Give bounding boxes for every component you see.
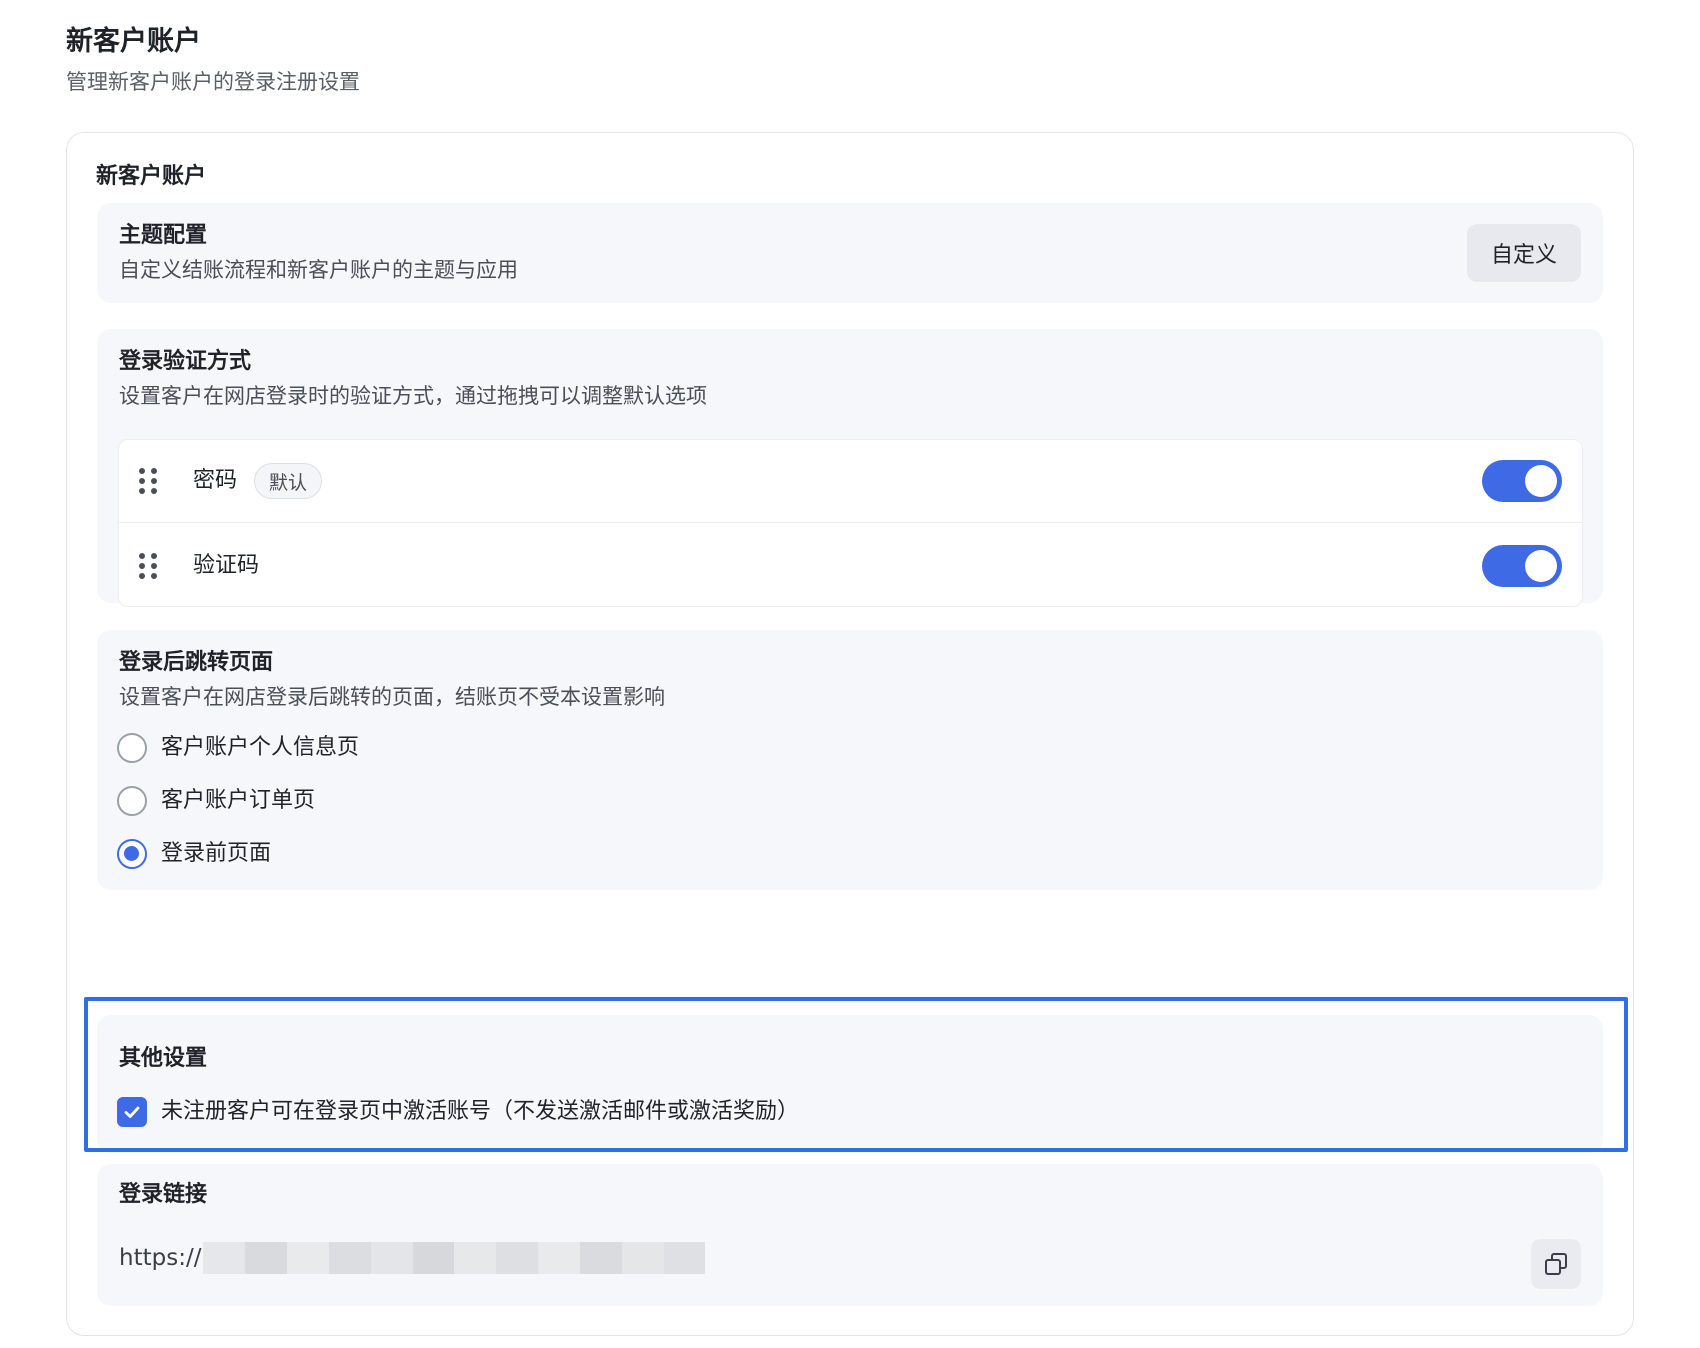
url-prefix: https:// [119, 1245, 202, 1271]
radio-button-selected[interactable] [117, 839, 147, 869]
redirect-option-previous[interactable]: 登录前页面 [117, 837, 271, 871]
page-title: 新客户账户 [66, 26, 201, 57]
login-method-label: 验证码 [193, 552, 260, 578]
toggle-knob [1525, 549, 1557, 582]
login-method-label: 密码 [193, 468, 238, 493]
redirect-option-profile[interactable]: 客户账户个人信息页 [117, 731, 359, 765]
theme-description: 自定义结账流程和新客户账户的主题与应用 [119, 258, 518, 282]
theme-section: 主题配置 自定义结账流程和新客户账户的主题与应用 自定义 [97, 203, 1603, 303]
customize-button[interactable]: 自定义 [1467, 224, 1581, 282]
login-url: https:// [119, 1241, 706, 1275]
copy-button[interactable] [1531, 1239, 1581, 1289]
copy-icon [1545, 1253, 1567, 1275]
radio-button[interactable] [117, 786, 147, 816]
toggle-knob [1525, 465, 1557, 497]
radio-button[interactable] [117, 733, 147, 763]
login-methods-list: 密码 默认 验证码 [118, 439, 1583, 607]
highlight-box [84, 997, 1628, 1152]
login-methods-description: 设置客户在网店登录时的验证方式，通过拖拽可以调整默认选项 [119, 384, 707, 408]
settings-card: 新客户账户 主题配置 自定义结账流程和新客户账户的主题与应用 自定义 登录验证方… [66, 132, 1634, 1336]
login-methods-section: 登录验证方式 设置客户在网店登录时的验证方式，通过拖拽可以调整默认选项 密码 默… [97, 329, 1603, 607]
login-link-title: 登录链接 [119, 1182, 208, 1207]
card-title: 新客户账户 [96, 164, 207, 189]
theme-title: 主题配置 [119, 223, 208, 248]
radio-label: 客户账户个人信息页 [161, 735, 360, 760]
login-link-section: 登录链接 https:// [97, 1164, 1603, 1306]
redirect-section: 登录后跳转页面 设置客户在网店登录后跳转的页面，结账页不受本设置影响 客户账户个… [97, 630, 1603, 890]
redirect-option-orders[interactable]: 客户账户订单页 [117, 784, 315, 818]
drag-handle-icon[interactable] [139, 468, 159, 494]
default-badge: 默认 [254, 463, 323, 499]
page-subtitle: 管理新客户账户的登录注册设置 [66, 70, 360, 94]
redirect-title: 登录后跳转页面 [119, 650, 274, 675]
radio-label: 客户账户订单页 [161, 788, 316, 813]
login-methods-title: 登录验证方式 [119, 349, 252, 374]
redirect-description: 设置客户在网店登录后跳转的页面，结账页不受本设置影响 [119, 685, 665, 709]
radio-label: 登录前页面 [161, 841, 272, 866]
drag-handle-icon[interactable] [139, 552, 159, 579]
redacted-url [203, 1242, 706, 1274]
login-method-code[interactable]: 验证码 [119, 524, 1582, 607]
password-toggle[interactable] [1482, 460, 1562, 502]
login-method-password[interactable]: 密码 默认 [119, 440, 1582, 523]
page-header: 新客户账户 管理新客户账户的登录注册设置 [66, 22, 360, 98]
code-toggle[interactable] [1482, 544, 1562, 587]
